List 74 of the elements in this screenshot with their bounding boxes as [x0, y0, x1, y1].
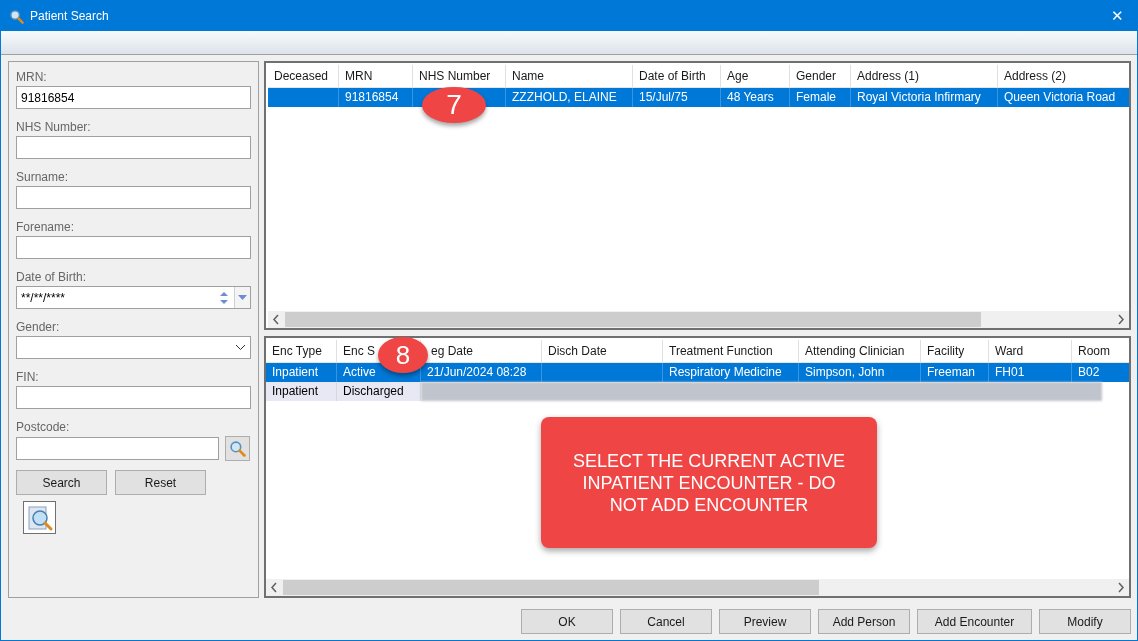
column-header[interactable]: Address (1) [857, 69, 920, 83]
column-header[interactable]: Enc Type [272, 344, 322, 358]
column-header[interactable]: Ward [995, 344, 1024, 358]
input-field[interactable] [16, 437, 219, 460]
field-label: Date of Birth: [16, 269, 88, 286]
column-header[interactable]: Gender [796, 69, 837, 83]
table-cell: 48 Years [727, 90, 774, 104]
column-header[interactable]: Disch Date [548, 344, 607, 358]
field-label: Surname: [16, 169, 70, 186]
close-button[interactable]: ✕ [1107, 4, 1127, 28]
dialog-button[interactable]: Preview [719, 609, 811, 634]
dialog-button[interactable]: Modify [1039, 609, 1131, 634]
input-field[interactable] [16, 236, 251, 259]
dialog-button[interactable]: Cancel [620, 609, 712, 634]
field-label: FIN: [16, 369, 40, 386]
table-cell: Inpatient [272, 384, 319, 398]
field-label: Forename: [16, 219, 76, 236]
table-cell: Freeman [927, 365, 976, 379]
column-header[interactable]: Deceased [274, 69, 329, 83]
column-header[interactable]: Age [727, 69, 749, 83]
table-cell: Queen Victoria Road [1004, 90, 1116, 104]
input-field[interactable] [16, 136, 251, 159]
table-cell: FH01 [995, 365, 1025, 379]
document-magnifier-icon [25, 503, 54, 532]
field-label: MRN: [16, 69, 48, 86]
scroll-thumb[interactable] [285, 312, 981, 327]
table-cell: Simpson, John [805, 365, 885, 379]
column-header[interactable]: Room [1078, 344, 1110, 358]
input-field[interactable]: 91816854 [16, 86, 251, 109]
column-header[interactable]: Facility [927, 344, 965, 358]
date-field[interactable]: **/**/**** [16, 286, 251, 309]
table-cell: 21/Jun/2024 08:28 [427, 365, 527, 379]
field-label: Gender: [16, 319, 61, 336]
table-cell: Active [343, 365, 376, 379]
column-header[interactable]: Treatment Function [669, 344, 773, 358]
scroll-thumb[interactable] [283, 580, 819, 595]
table-cell: Discharged [343, 384, 404, 398]
table-cell: B02 [1078, 365, 1100, 379]
field-label: Postcode: [16, 419, 71, 436]
field-label: NHS Number: [16, 119, 92, 136]
column-header[interactable]: MRN [345, 69, 373, 83]
column-header[interactable]: Enc S [343, 344, 375, 358]
table-cell: Respiratory Medicine [669, 365, 782, 379]
window-title: Patient Search [30, 8, 109, 25]
search-button[interactable] [225, 436, 250, 461]
table-cell: ZZZHOLD, ELAINE [512, 90, 617, 104]
table-cell: 91816854 [345, 90, 399, 104]
table-row[interactable]: Inpatient Active 21/Jun/2024 08:28 Respiratory Medicine Simpson, John Freeman FH01 B02 [266, 363, 1129, 382]
table-cell: 15/Jul/75 [639, 90, 688, 104]
preview-icon-button[interactable] [23, 501, 56, 534]
search-icon [229, 440, 246, 457]
dropdown-arrow-icon[interactable] [238, 294, 247, 301]
column-header[interactable]: Date of Birth [639, 69, 706, 83]
column-header[interactable]: Address (2) [1004, 69, 1067, 83]
table-cell: Inpatient [272, 365, 319, 379]
table-cell: Royal Victoria Infirmary [857, 90, 981, 104]
form-button[interactable]: Reset [115, 470, 206, 495]
input-field[interactable] [16, 186, 251, 209]
select-field[interactable] [16, 336, 251, 359]
form-button[interactable]: Search [16, 470, 107, 495]
dialog-button[interactable]: OK [521, 609, 613, 634]
chevron-down-icon [235, 344, 246, 351]
callout-note: SELECT THE CURRENT ACTIVE INPATIENT ENCOUNTER - DO NOT ADD ENCOUNTER [541, 417, 877, 548]
table-cell: Female [796, 90, 836, 104]
horizontal-scrollbar[interactable] [268, 311, 1129, 328]
dialog-button[interactable]: Add Person [818, 609, 910, 634]
column-header[interactable]: NHS Number [419, 69, 491, 83]
magnifier-icon [9, 8, 24, 24]
horizontal-scrollbar[interactable] [266, 579, 1129, 596]
input-field[interactable] [16, 386, 251, 409]
column-header[interactable]: Attending Clinician [805, 344, 905, 358]
dialog-button[interactable]: Add Encounter [917, 609, 1032, 634]
column-header[interactable]: Name [512, 69, 544, 83]
column-header[interactable]: eg Date [431, 344, 474, 358]
